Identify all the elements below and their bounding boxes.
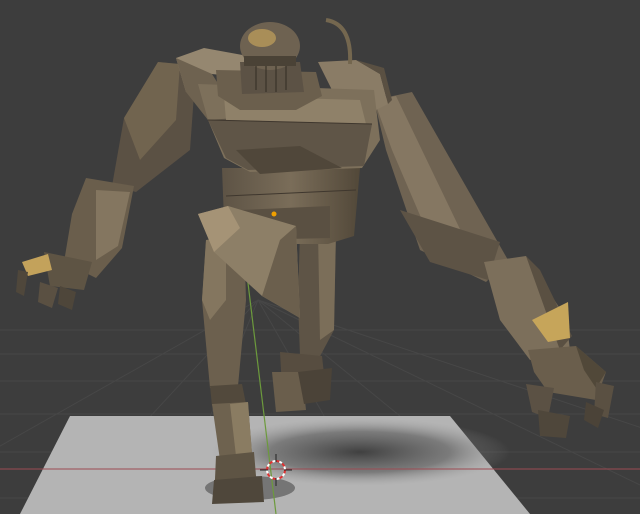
origin-marker [271, 211, 277, 217]
3d-viewport[interactable] [0, 0, 640, 514]
